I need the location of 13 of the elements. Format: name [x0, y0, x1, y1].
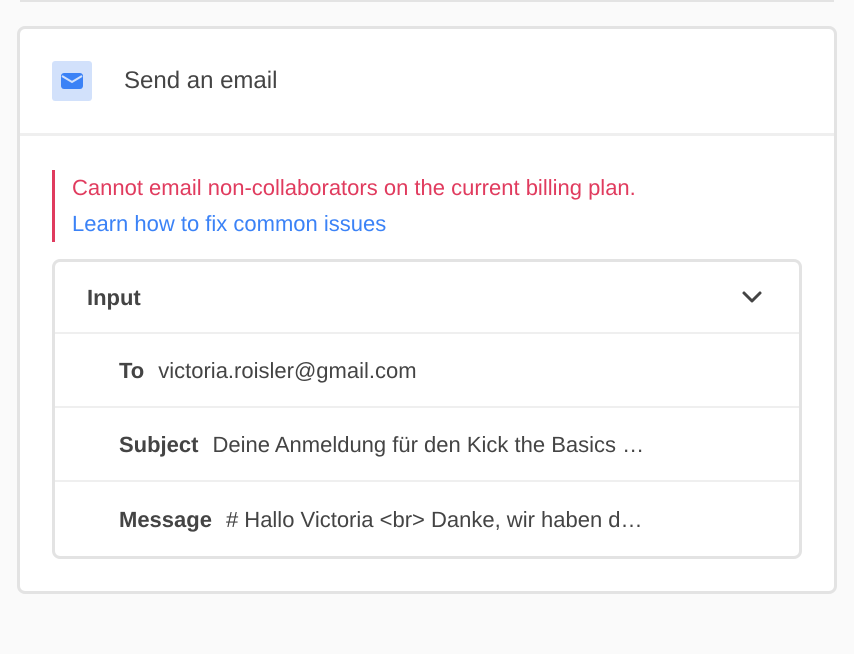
envelope-icon: [52, 61, 92, 101]
input-title: Input: [87, 284, 141, 312]
field-value: victoria.roisler@gmail.com: [158, 356, 417, 385]
field-label: Subject: [119, 430, 198, 459]
chevron-icon: [741, 290, 763, 304]
help-link[interactable]: Learn how to fix common issues: [72, 211, 386, 236]
field-value: Deine Anmeldung für den Kick the Basics …: [212, 430, 644, 459]
field-label: To: [119, 356, 144, 384]
error-message: Cannot email non-collaborators on the current billing plan.: [72, 174, 637, 202]
field-label: Message: [119, 506, 212, 534]
input-header[interactable]: Input: [55, 262, 799, 334]
step-title: Send an email: [124, 66, 278, 96]
field-value: # Hallo Victoria <br> Danke, wir haben d…: [226, 506, 643, 534]
